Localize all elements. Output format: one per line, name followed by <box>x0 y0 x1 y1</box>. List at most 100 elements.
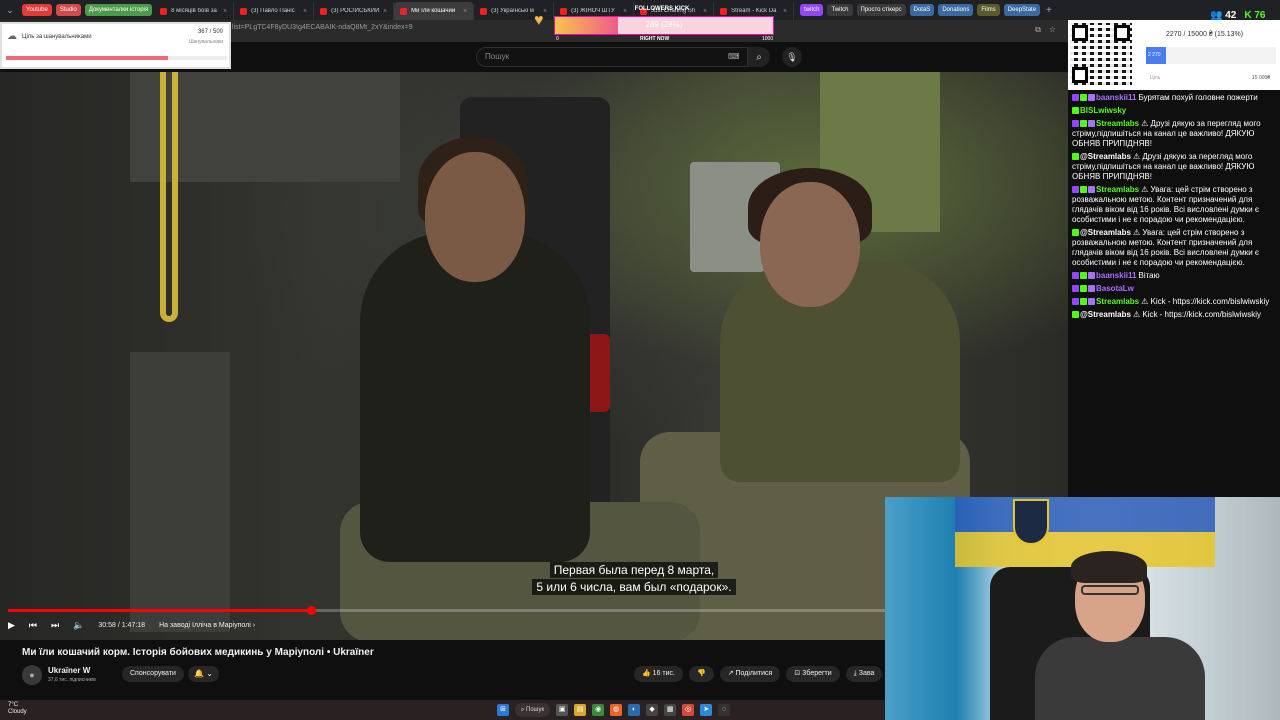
chat-badge-icon <box>1072 186 1079 193</box>
close-tab-icon[interactable]: × <box>223 8 227 15</box>
app-icon-2[interactable]: ◆ <box>646 704 659 716</box>
channel-name[interactable]: Ukraїner W <box>48 666 90 675</box>
chrome-icon[interactable]: ◎ <box>682 704 695 716</box>
cast-icon[interactable]: ⧉ <box>1035 25 1041 35</box>
qr-finder-3 <box>1072 67 1088 83</box>
close-tab-icon[interactable]: × <box>783 8 787 15</box>
chat-text: Бурятам похуй головне пожерти <box>1138 93 1258 102</box>
bookmark-right-0[interactable]: twitch <box>800 4 824 16</box>
bookmark-right-5[interactable]: Films <box>977 4 1000 16</box>
video-actions: 👍 16 тис. 👎 ↗ Поділитися ⊡ Зберегти ⤓ За… <box>634 666 883 682</box>
chat-message: @Streamlabs ⚠ Kick - https://kick.com/bis… <box>1072 310 1276 320</box>
cloud-icon: ☁ <box>7 31 17 42</box>
chat-message: baanskii11 Бурятам похуй головне пожерти <box>1072 93 1276 103</box>
file-explorer-icon[interactable]: ▤ <box>574 704 587 716</box>
video-title: Ми їли кошачий корм. Історія бойових мед… <box>22 647 374 658</box>
taskbar-search[interactable]: ⌕ Пошук <box>515 703 551 717</box>
chat-username[interactable]: Streamlabs <box>1096 185 1139 194</box>
bookmark-group: Youtube Studio Документалки історія <box>20 4 154 16</box>
edge-icon[interactable]: ◐ <box>628 704 641 716</box>
weather-widget[interactable]: 7°C Cloudy <box>8 702 27 716</box>
like-button[interactable]: 👍 16 тис. <box>634 666 683 682</box>
chat-badge-icon <box>1080 285 1087 292</box>
tab-search-icon[interactable]: ⌄ <box>0 0 20 20</box>
search-button[interactable]: ⌕ <box>748 47 770 67</box>
browser-tab[interactable]: (3) Павло Паніс × <box>234 2 315 20</box>
voice-search-button[interactable]: 🎙 <box>782 47 802 67</box>
windows-start-icon[interactable]: ⊞ <box>497 704 509 716</box>
url-text[interactable]: list=PLgTC4F8yDU3Ig4ECABAIK-ndaQ8Mt_2xY&… <box>232 24 413 31</box>
chat-message: BasotaLw <box>1072 284 1276 294</box>
fan-goal-widget: ☁ Ціль за шанувальниками 367 / 500 Шанув… <box>0 22 231 69</box>
browser-tab[interactable]: Ми їли кошачий × <box>394 2 475 20</box>
twitch-viewer-count: 42 <box>1225 10 1237 21</box>
streamer-body <box>1035 637 1205 720</box>
bookmark-group-right: twitch Twitch Просто стікерс DotaS Donations… <box>798 4 1042 16</box>
chat-username[interactable]: baanskii11 <box>1096 271 1136 280</box>
bookmark-0[interactable]: Youtube <box>22 4 52 16</box>
search-input[interactable]: Пошук <box>476 47 748 67</box>
save-button[interactable]: ⊡ Зберегти <box>786 666 840 682</box>
bookmark-2[interactable]: Документалки історія <box>84 4 153 16</box>
chat-badge-icon <box>1072 272 1079 279</box>
obs-icon[interactable]: ◌ <box>718 704 731 716</box>
chat-username[interactable]: baanskii11 <box>1096 93 1136 102</box>
chat-panel: baanskii11 Бурятам похуй головне пожерти B… <box>1068 90 1280 500</box>
bookmark-right-4[interactable]: Donations <box>938 4 974 16</box>
followers-label: FOLLOWERS KICK <box>634 6 690 12</box>
bookmark-right-6[interactable]: DeepState <box>1003 4 1041 16</box>
chat-username[interactable]: BISLwiwsky <box>1080 106 1126 115</box>
app-icon-3[interactable]: ▦ <box>664 704 677 716</box>
chat-badge-icon <box>1080 298 1087 305</box>
progress-scrubber[interactable] <box>306 606 316 615</box>
kick-viewers: K 76 <box>1244 10 1266 21</box>
chat-message: baanskii11 Вітаю <box>1072 271 1276 281</box>
close-tab-icon[interactable]: × <box>463 8 467 15</box>
scene-yellow-rail <box>160 72 178 322</box>
bookmark-1[interactable]: Studio <box>55 4 81 16</box>
close-tab-icon[interactable]: × <box>543 8 547 15</box>
chat-username[interactable]: @Streamlabs <box>1080 228 1131 237</box>
close-tab-icon[interactable]: × <box>383 8 387 15</box>
close-tab-icon[interactable]: × <box>303 8 307 15</box>
bookmark-right-3[interactable]: DotaS <box>909 4 935 16</box>
chat-username[interactable]: @Streamlabs <box>1080 152 1131 161</box>
chat-badge-icon <box>1080 94 1087 101</box>
chat-username[interactable]: Streamlabs <box>1096 297 1139 306</box>
donation-min: Ціль <box>1150 75 1161 81</box>
notifications-button[interactable]: 🔔 ⌄ <box>188 666 219 682</box>
volume-icon[interactable]: 🔈 <box>73 620 84 631</box>
play-icon[interactable]: ▶ <box>8 620 15 631</box>
star-icon[interactable]: ☆ <box>1049 25 1056 35</box>
previous-icon[interactable]: ⏮ <box>29 620 37 631</box>
kick-viewer-count: 76 <box>1254 10 1266 21</box>
telegram-icon[interactable]: ➤ <box>700 704 713 716</box>
player-controls: ▶ ⏮ ⏭ 🔈 30:58 / 1:47:18 На заводі Ілліча… <box>8 617 255 633</box>
chat-username[interactable]: BasotaLw <box>1096 284 1134 293</box>
task-view-icon[interactable]: ▣ <box>556 704 569 716</box>
channel-subscribers: 37,6 тис. підписників <box>48 677 96 683</box>
chat-username[interactable]: Streamlabs <box>1096 119 1139 128</box>
new-tab-icon[interactable]: + <box>1046 5 1052 16</box>
browser-tab[interactable]: (3) РОСІЙСЬКИЙ × <box>314 2 395 20</box>
next-icon[interactable]: ⏭ <box>51 620 59 631</box>
firefox-icon[interactable]: ◍ <box>610 704 623 716</box>
share-button[interactable]: ↗ Поділитися <box>719 666 781 682</box>
download-button[interactable]: ⤓ Зава <box>845 666 883 682</box>
followers-max: 1000 <box>762 36 774 42</box>
viewer-counts: 👥 42 K 76 <box>1210 10 1265 21</box>
chevron-down-icon: ⌄ <box>206 669 213 678</box>
chat-text: ⚠ Kick - https://kick.com/bislwiwskiy <box>1132 310 1262 319</box>
browser-tab[interactable]: 8 місяців боїв за × <box>154 2 235 20</box>
weather-desc: Cloudy <box>8 709 27 715</box>
chat-username[interactable]: @Streamlabs <box>1080 310 1131 319</box>
taskbar-icons: ⊞ ⌕ Пошук ▣ ▤ ◉ ◍ ◐ ◆ ▦ ◎ ➤ ◌ <box>497 703 731 717</box>
bookmark-right-2[interactable]: Просто стікерс <box>856 4 906 16</box>
sponsor-button[interactable]: Спонсорувати <box>122 666 184 682</box>
chapter-title[interactable]: На заводі Ілліча в Маріуполі › <box>159 622 255 629</box>
app-icon[interactable]: ◉ <box>592 704 605 716</box>
keyboard-icon[interactable]: ⌨ <box>728 52 740 61</box>
bookmark-right-1[interactable]: Twitch <box>827 4 853 16</box>
dislike-button[interactable]: 👎 <box>688 666 714 682</box>
channel-avatar[interactable]: ● <box>22 665 42 685</box>
